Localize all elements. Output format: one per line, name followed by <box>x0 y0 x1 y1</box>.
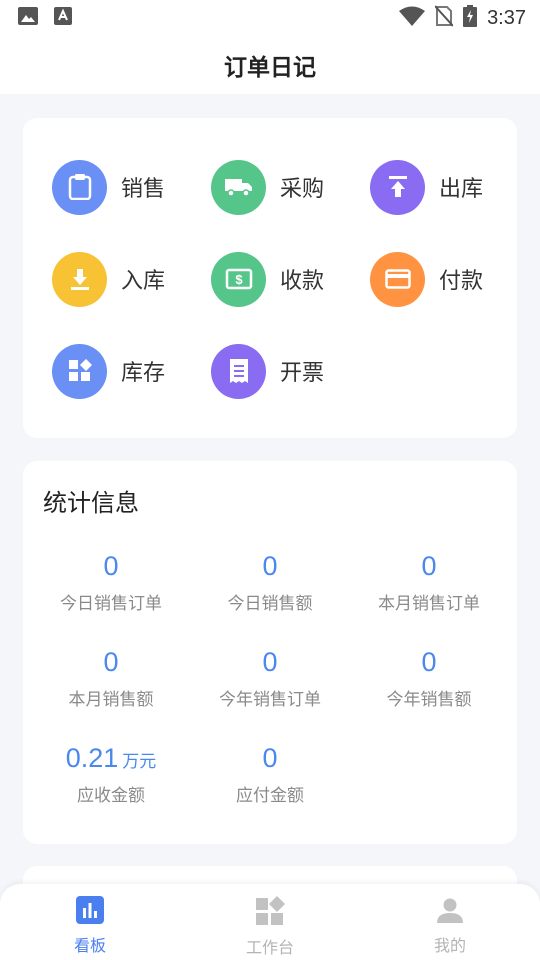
stat-value: 0 <box>262 743 278 773</box>
tab-label: 工作台 <box>245 938 294 957</box>
clipboard-icon <box>52 159 107 215</box>
receipt-icon <box>211 343 266 399</box>
person-icon <box>436 896 464 928</box>
tab-dashboard[interactable]: 看板 <box>30 896 150 956</box>
svg-text:$: $ <box>235 272 243 287</box>
stat-value: 0.21 <box>65 743 119 773</box>
stat-caption: 应收金额 <box>77 786 145 806</box>
grid-icon <box>52 343 107 399</box>
section-title: 统计信息 <box>43 489 139 517</box>
card-icon <box>370 251 425 307</box>
stat-month-sales-orders[interactable]: 0 本月销售订单 <box>349 549 509 614</box>
stat-value: 0 <box>421 551 437 581</box>
stat-value: 0 <box>262 647 278 677</box>
stat-caption: 今日销售额 <box>227 594 313 614</box>
stat-receivable-amount[interactable]: 0.21 万元 应收金额 <box>31 741 191 806</box>
stat-value: 0 <box>103 647 119 677</box>
truck-icon <box>211 159 266 215</box>
stat-unit: 万元 <box>122 752 157 771</box>
bar-chart-icon <box>76 896 104 928</box>
action-purchase-button[interactable]: 采购 <box>211 159 361 215</box>
stat-value: 0 <box>103 551 119 581</box>
bottom-tab-bar: 看板 工作台 我的 <box>0 884 540 960</box>
upload-icon <box>370 159 425 215</box>
action-label: 销售 <box>121 177 166 202</box>
widgets-icon <box>255 896 285 930</box>
wifi-icon <box>399 6 426 30</box>
action-outbound-button[interactable]: 出库 <box>370 159 520 215</box>
font-icon <box>54 7 72 29</box>
tab-label: 我的 <box>433 936 466 955</box>
action-pay-button[interactable]: 付款 <box>370 251 520 307</box>
stat-caption: 本月销售额 <box>68 690 154 710</box>
action-label: 入库 <box>121 269 166 294</box>
action-label: 开票 <box>280 361 325 386</box>
stat-payable-amount[interactable]: 0 应付金额 <box>190 741 350 806</box>
stat-value-row: 0.21 万元 <box>31 741 191 775</box>
action-inventory-button[interactable]: 库存 <box>52 343 202 399</box>
stat-year-sales-amount[interactable]: 0 今年销售额 <box>349 645 509 710</box>
action-label: 出库 <box>439 177 484 202</box>
stat-today-sales-orders[interactable]: 0 今日销售订单 <box>31 549 191 614</box>
stat-caption: 今年销售订单 <box>219 690 321 710</box>
stat-value: 0 <box>262 551 278 581</box>
tab-label: 看板 <box>73 936 106 955</box>
tab-workbench[interactable]: 工作台 <box>210 896 330 958</box>
battery-charging-icon <box>463 5 478 31</box>
action-label: 收款 <box>280 269 325 294</box>
stat-caption: 应付金额 <box>236 786 304 806</box>
quick-actions-card: 销售 采购 出库 入库 $ 收款 付款 库存 开票 <box>23 118 517 438</box>
action-inbound-button[interactable]: 入库 <box>52 251 202 307</box>
app-bar: 订单日记 <box>0 36 540 94</box>
action-label: 采购 <box>280 177 325 202</box>
stat-today-sales-amount[interactable]: 0 今日销售额 <box>190 549 350 614</box>
statistics-card: 统计信息 0 今日销售订单 0 今日销售额 0 本月销售订单 0 本月销售额 0… <box>23 461 517 844</box>
stat-month-sales-amount[interactable]: 0 本月销售额 <box>31 645 191 710</box>
stat-caption: 今日销售订单 <box>60 594 162 614</box>
action-label: 付款 <box>439 269 484 294</box>
action-invoice-button[interactable]: 开票 <box>211 343 361 399</box>
status-bar: 3:37 <box>0 0 540 36</box>
action-sales-button[interactable]: 销售 <box>52 159 202 215</box>
stat-value: 0 <box>421 647 437 677</box>
action-label: 库存 <box>121 361 166 386</box>
cash-icon: $ <box>211 251 266 307</box>
stat-year-sales-orders[interactable]: 0 今年销售订单 <box>190 645 350 710</box>
page-title: 订单日记 <box>224 55 316 81</box>
download-icon <box>52 251 107 307</box>
no-sim-icon <box>434 5 454 31</box>
image-icon <box>18 7 38 29</box>
tab-me[interactable]: 我的 <box>390 896 510 956</box>
stat-caption: 本月销售订单 <box>378 594 480 614</box>
stat-caption: 今年销售额 <box>386 690 472 710</box>
clock-time: 3:37 <box>487 6 526 29</box>
action-receive-payment-button[interactable]: $ 收款 <box>211 251 361 307</box>
